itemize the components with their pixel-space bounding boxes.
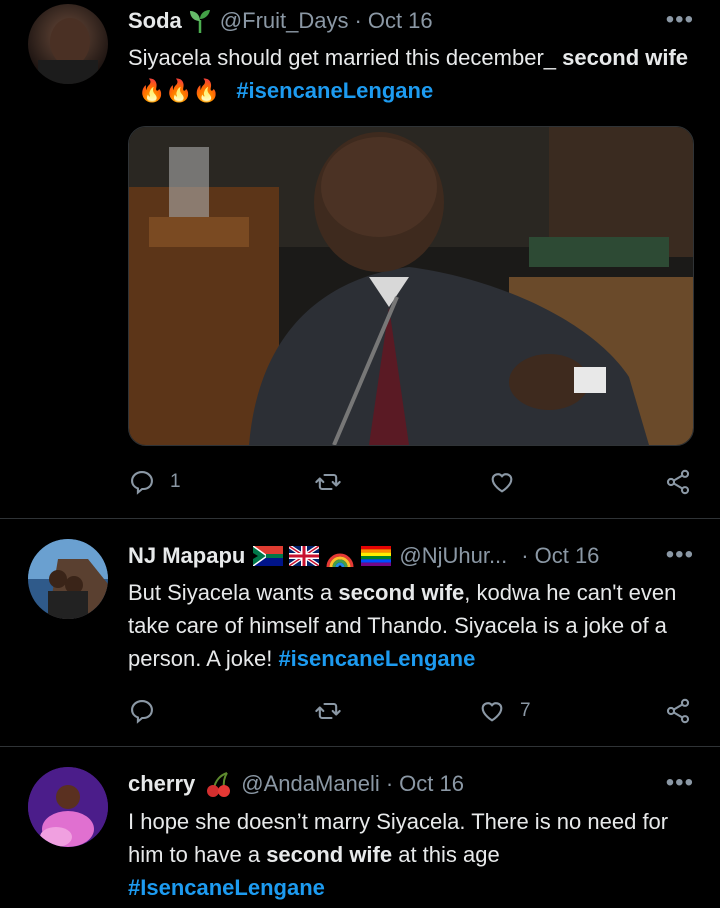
- text-bold: second wife: [562, 45, 689, 70]
- display-name[interactable]: NJ Mapapu: [128, 543, 245, 569]
- hashtag-link[interactable]: #isencaneLengane: [278, 646, 475, 671]
- tweet-2[interactable]: NJ Mapapu @NjUhur... · Oct 16 ••• But Si…: [0, 519, 720, 746]
- handle[interactable]: @AndaManeli: [241, 771, 380, 797]
- avatar-photo: [38, 18, 98, 84]
- retweet-button[interactable]: [314, 691, 342, 731]
- separator-dot: ·: [385, 771, 394, 796]
- tweet-header: Soda @Fruit_Days · Oct 16: [128, 3, 704, 39]
- text-bold: second wife: [338, 580, 465, 605]
- rainbow-icon: [326, 553, 354, 568]
- tweet-header: cherry @AndaManeli · Oct 16: [128, 766, 704, 802]
- tweet-header: NJ Mapapu @NjUhur... · Oct 16: [128, 538, 704, 574]
- reply-icon: [131, 700, 153, 724]
- tweet-text: I hope she doesn’t marry Siyacela. There…: [128, 805, 696, 904]
- reply-button[interactable]: [128, 691, 156, 731]
- display-name[interactable]: Soda: [128, 8, 182, 34]
- more-icon[interactable]: •••: [666, 769, 694, 797]
- tweet-3[interactable]: cherry @AndaManeli · Oct 16 ••• I hope s…: [0, 747, 720, 908]
- handle[interactable]: @Fruit_Days: [220, 8, 349, 34]
- tweet-text: Siyacela should get married this decembe…: [128, 41, 696, 107]
- separator-dot: ·: [354, 8, 362, 33]
- photo-parliament: [129, 127, 693, 445]
- more-icon[interactable]: •••: [666, 541, 694, 569]
- heart-icon: [481, 702, 503, 722]
- avatar-photo: [28, 767, 108, 847]
- text-segment: Siyacela should get married this decembe…: [128, 45, 563, 70]
- retweet-icon: [315, 702, 341, 720]
- tweet-1[interactable]: Soda @Fruit_Days · Oct 16 ••• Siyacela s…: [0, 0, 720, 518]
- sprout-icon: [189, 10, 210, 33]
- fire-emoji: 🔥🔥🔥: [138, 78, 221, 103]
- heart-icon: [491, 473, 513, 493]
- separator-dot: ·: [521, 543, 529, 568]
- retweet-icon: [315, 473, 341, 491]
- tweet-actions: 7: [128, 691, 698, 731]
- display-name[interactable]: cherry: [128, 771, 195, 797]
- share-button[interactable]: [664, 462, 692, 502]
- tweet-text: But Siyacela wants a second wife, kodwa …: [128, 576, 696, 675]
- more-icon[interactable]: •••: [666, 6, 694, 34]
- handle[interactable]: @NjUhur...: [399, 543, 507, 569]
- timestamp[interactable]: Oct 16: [399, 771, 464, 797]
- avatar[interactable]: [28, 4, 108, 84]
- hashtag-link[interactable]: #isencaneLengane: [236, 78, 433, 103]
- reply-button[interactable]: 1: [128, 462, 181, 502]
- tweet-actions: 1: [128, 462, 698, 502]
- retweet-button[interactable]: [314, 462, 342, 502]
- tweet-image[interactable]: [128, 126, 694, 446]
- share-button[interactable]: [664, 691, 692, 731]
- hashtag-link[interactable]: #IsencaneLengane: [128, 875, 325, 900]
- avatar-photo: [28, 539, 108, 619]
- text-segment: at this age: [392, 842, 500, 867]
- reply-icon: [131, 471, 153, 495]
- share-icon: [666, 698, 690, 724]
- south-africa-flag-icon: [253, 546, 284, 566]
- pride-flag-icon: [361, 546, 392, 566]
- like-button[interactable]: [488, 462, 516, 502]
- avatar[interactable]: [28, 767, 108, 847]
- text-bold: second wife: [266, 842, 393, 867]
- text-segment: But Siyacela wants a: [128, 580, 339, 605]
- timestamp[interactable]: Oct 16: [535, 543, 600, 569]
- uk-flag-icon: [289, 546, 320, 566]
- like-button[interactable]: 7: [478, 691, 531, 731]
- timestamp[interactable]: Oct 16: [368, 8, 433, 34]
- share-icon: [666, 469, 690, 495]
- reply-count: 1: [170, 471, 181, 492]
- like-count: 7: [520, 700, 531, 721]
- cherries-icon: [207, 772, 231, 797]
- avatar[interactable]: [28, 539, 108, 619]
